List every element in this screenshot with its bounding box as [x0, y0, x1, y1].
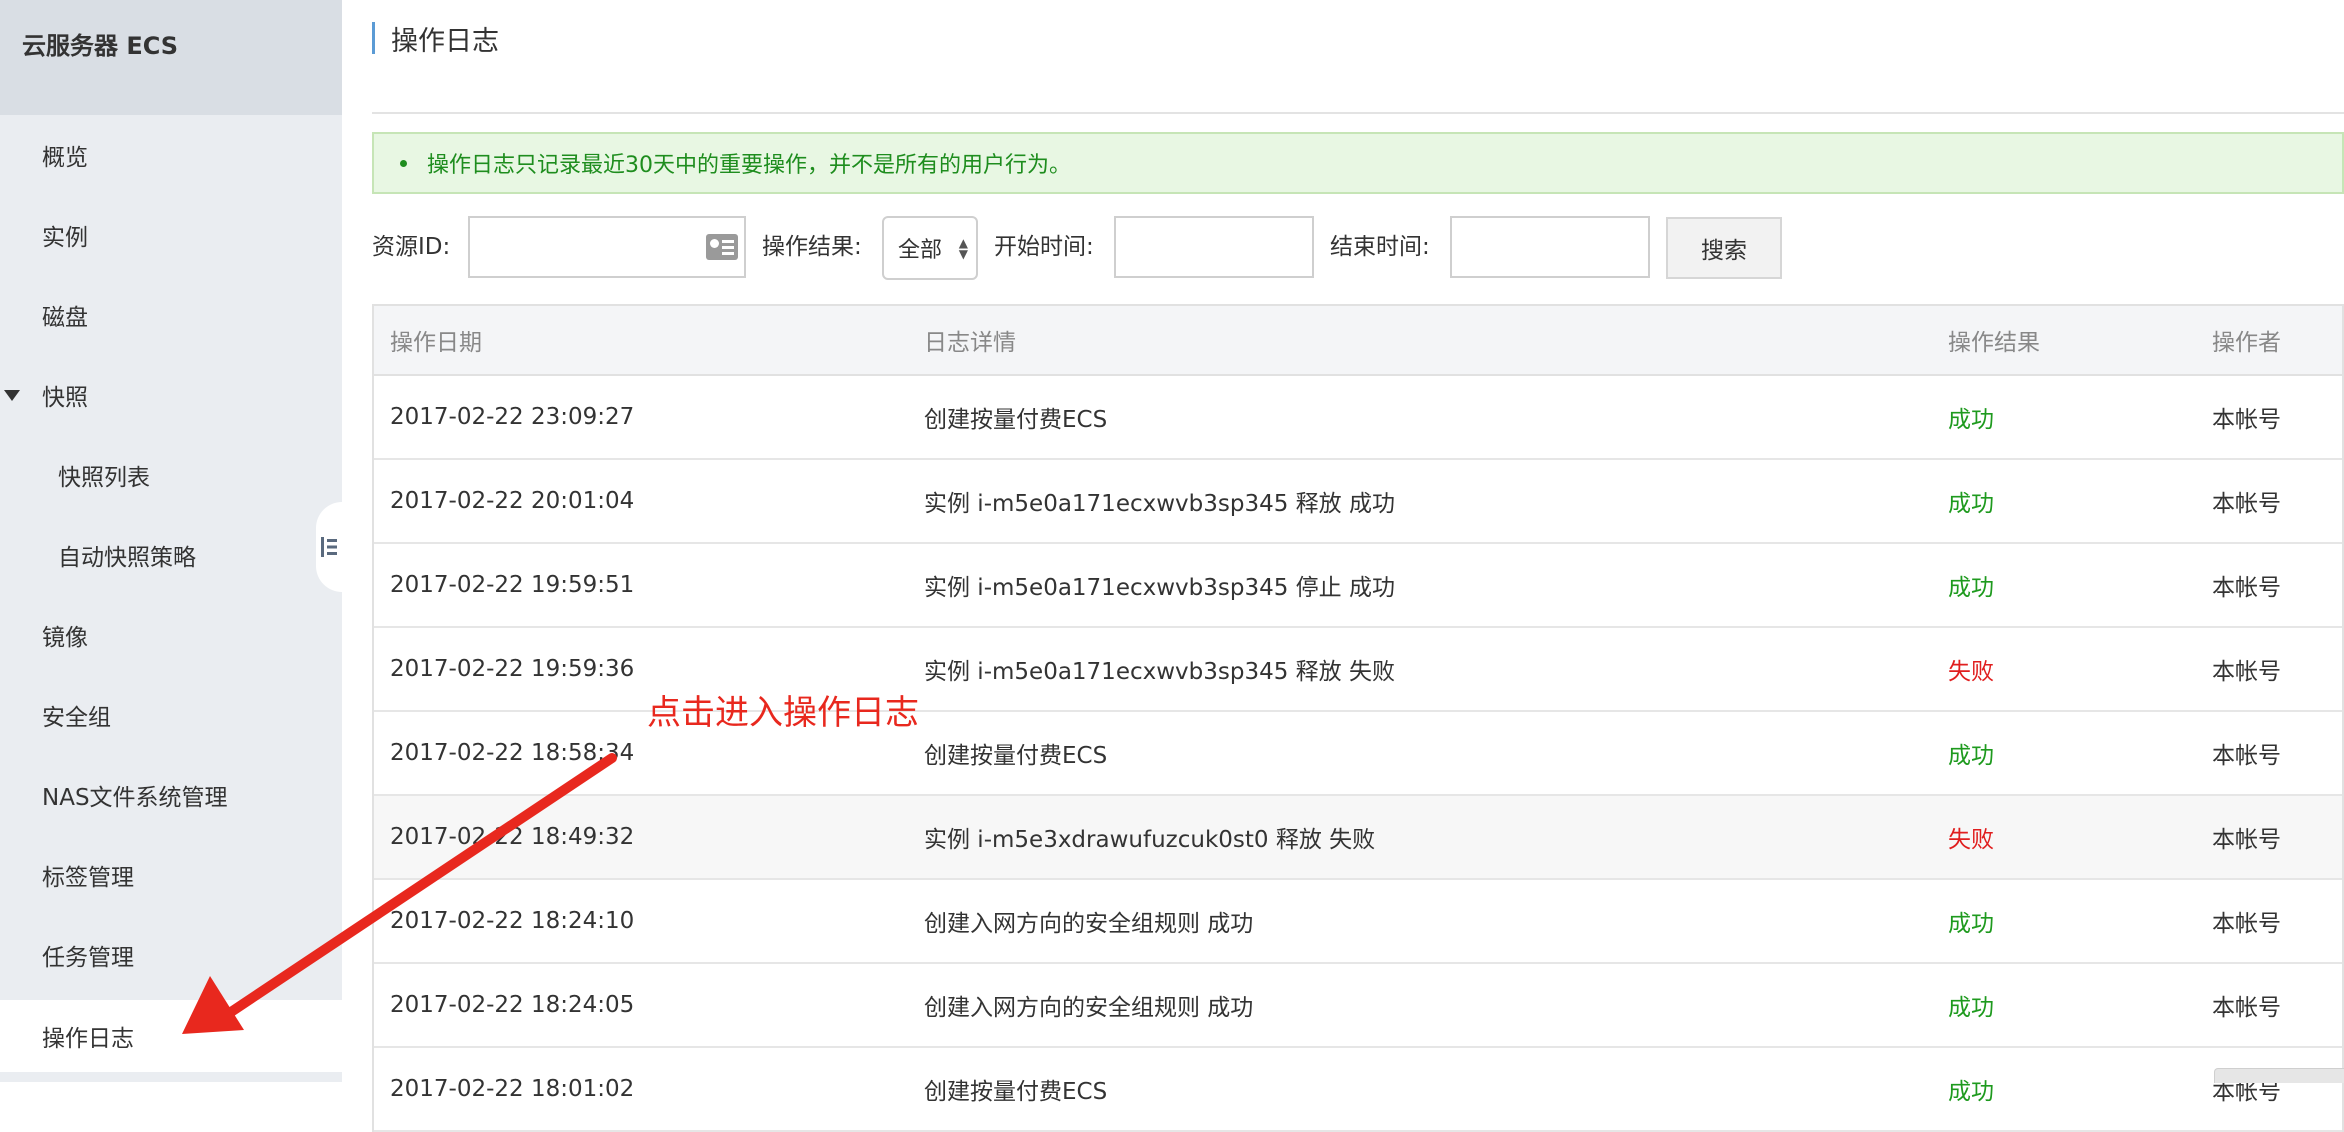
sidebar-item-label: 自动快照策略: [58, 545, 196, 571]
sidebar-item-security-groups[interactable]: 安全组: [0, 685, 342, 745]
cell-result: 成功: [1948, 743, 1994, 769]
column-header-date: 操作日期: [390, 330, 482, 356]
caret-down-icon: [4, 389, 20, 401]
annotation-text: 点击进入操作日志: [647, 693, 919, 733]
table-row: 2017-02-22 20:01:04 实例 i-m5e0a171ecxwvb3…: [374, 460, 2342, 544]
table-row: 2017-02-22 18:24:05 创建入网方向的安全组规则 成功 成功 本…: [374, 964, 2342, 1048]
column-header-result: 操作结果: [1948, 330, 2040, 356]
cell-operator: 本帐号: [2212, 1079, 2281, 1105]
cell-detail: 创建按量付费ECS: [924, 407, 1108, 433]
cell-detail: 实例 i-m5e0a171ecxwvb3sp345 停止 成功: [924, 575, 1395, 601]
sidebar-item-label: 快照: [42, 385, 88, 411]
cell-operator: 本帐号: [2212, 659, 2281, 685]
table-row: 2017-02-22 19:59:51 实例 i-m5e0a171ecxwvb3…: [374, 544, 2342, 628]
cell-date: 2017-02-22 19:59:36: [390, 656, 635, 682]
sidebar-header: 云服务器 ECS: [0, 0, 342, 115]
cell-result: 成功: [1948, 491, 1994, 517]
sidebar-item-label: 实例: [42, 225, 88, 251]
sidebar-item-label: 镜像: [42, 625, 88, 651]
bullet-icon: [400, 159, 407, 167]
cell-detail: 创建按量付费ECS: [924, 1079, 1108, 1105]
sidebar-item-label: 快照列表: [58, 465, 150, 491]
cell-result: 成功: [1948, 911, 1994, 937]
page-title-text: 操作日志: [391, 25, 499, 57]
cell-operator: 本帐号: [2212, 575, 2281, 601]
result-label: 操作结果:: [762, 234, 862, 260]
sidebar-item-auto-snapshot-policy[interactable]: 自动快照策略: [0, 525, 342, 585]
resource-id-label: 资源ID:: [372, 234, 451, 260]
sidebar-item-label: 磁盘: [42, 305, 88, 331]
sidebar-item-overview[interactable]: 概览: [0, 125, 342, 185]
cell-date: 2017-02-22 23:09:27: [390, 404, 635, 430]
cell-detail: 实例 i-m5e0a171ecxwvb3sp345 释放 失败: [924, 659, 1395, 685]
sidebar-item-label: 概览: [42, 145, 88, 171]
cell-operator: 本帐号: [2212, 491, 2281, 517]
cell-date: 2017-02-22 18:58:34: [390, 740, 635, 766]
cell-operator: 本帐号: [2212, 743, 2281, 769]
cell-detail: 创建入网方向的安全组规则 成功: [924, 995, 1254, 1021]
cell-result: 失败: [1948, 659, 1994, 685]
table-row: 2017-02-22 18:24:10 创建入网方向的安全组规则 成功 成功 本…: [374, 880, 2342, 964]
start-time-input[interactable]: [1114, 216, 1314, 278]
search-button-label: 搜索: [1701, 238, 1747, 264]
select-arrows-icon: ▲ ▼: [958, 236, 968, 261]
divider: [372, 112, 2344, 114]
result-select[interactable]: 全部 ▲ ▼: [882, 216, 978, 280]
cell-detail: 创建按量付费ECS: [924, 743, 1108, 769]
end-time-label: 结束时间:: [1330, 234, 1430, 260]
cell-result: 成功: [1948, 1079, 1994, 1105]
cell-operator: 本帐号: [2212, 827, 2281, 853]
sidebar-item-tags[interactable]: 标签管理: [0, 845, 342, 905]
cell-detail: 创建入网方向的安全组规则 成功: [924, 911, 1254, 937]
sidebar-item-label: 标签管理: [42, 865, 134, 891]
start-time-label: 开始时间:: [994, 234, 1094, 260]
end-time-input[interactable]: [1450, 216, 1650, 278]
column-header-detail: 日志详情: [924, 330, 1016, 356]
resource-id-input[interactable]: [468, 216, 746, 278]
cell-date: 2017-02-22 19:59:51: [390, 572, 635, 598]
product-title: 云服务器 ECS: [22, 32, 179, 60]
table-row: 2017-02-22 18:49:32 实例 i-m5e3xdrawufuzcu…: [374, 796, 2342, 880]
cell-operator: 本帐号: [2212, 911, 2281, 937]
id-card-icon[interactable]: [706, 234, 738, 260]
sidebar-item-label: 操作日志: [42, 1026, 134, 1052]
corner-widget[interactable]: [2214, 1068, 2344, 1083]
cell-result: 成功: [1948, 407, 1994, 433]
sidebar-item-snapshots[interactable]: 快照: [0, 365, 342, 425]
result-select-value: 全部: [898, 238, 943, 263]
cell-result: 成功: [1948, 575, 1994, 601]
sidebar-item-instances[interactable]: 实例: [0, 205, 342, 265]
sidebar-item-tasks[interactable]: 任务管理: [0, 925, 342, 985]
column-header-operator: 操作者: [2212, 330, 2281, 356]
cell-result: 失败: [1948, 827, 1994, 853]
cell-detail: 实例 i-m5e3xdrawufuzcuk0st0 释放 失败: [924, 827, 1376, 853]
cell-operator: 本帐号: [2212, 407, 2281, 433]
sidebar-collapse-toggle[interactable]: [316, 502, 342, 592]
sidebar: 云服务器 ECS 概览 实例 磁盘 快照 快照列表 自动快照策略 镜像 安全组 …: [0, 0, 342, 1082]
table-header: 操作日期 日志详情 操作结果 操作者: [374, 306, 2342, 376]
cell-date: 2017-02-22 18:49:32: [390, 824, 635, 850]
cell-date: 2017-02-22 18:24:05: [390, 992, 635, 1018]
sidebar-item-snapshot-list[interactable]: 快照列表: [0, 445, 342, 505]
cell-date: 2017-02-22 18:24:10: [390, 908, 635, 934]
sidebar-item-disks[interactable]: 磁盘: [0, 285, 342, 345]
cell-detail: 实例 i-m5e0a171ecxwvb3sp345 释放 成功: [924, 491, 1395, 517]
page-title: 操作日志: [372, 22, 499, 57]
sidebar-item-operation-log[interactable]: 操作日志: [0, 1000, 342, 1072]
cell-date: 2017-02-22 20:01:04: [390, 488, 635, 514]
table-row: 2017-02-22 23:09:27 创建按量付费ECS 成功 本帐号: [374, 376, 2342, 460]
sidebar-item-label: 安全组: [42, 705, 111, 731]
cell-result: 成功: [1948, 995, 1994, 1021]
sidebar-item-images[interactable]: 镜像: [0, 605, 342, 665]
info-notice: 操作日志只记录最近30天中的重要操作，并不是所有的用户行为。: [372, 132, 2344, 194]
search-button[interactable]: 搜索: [1666, 217, 1782, 279]
sidebar-item-label: NAS文件系统管理: [42, 785, 228, 811]
table-row: 2017-02-22 18:01:02 创建按量付费ECS 成功 本帐号: [374, 1048, 2342, 1132]
sidebar-item-label: 任务管理: [42, 945, 134, 971]
cell-date: 2017-02-22 18:01:02: [390, 1076, 635, 1102]
collapse-sidebar-icon: [321, 537, 337, 557]
notice-text: 操作日志只记录最近30天中的重要操作，并不是所有的用户行为。: [427, 153, 1071, 178]
cell-operator: 本帐号: [2212, 995, 2281, 1021]
sidebar-item-nas[interactable]: NAS文件系统管理: [0, 765, 342, 825]
